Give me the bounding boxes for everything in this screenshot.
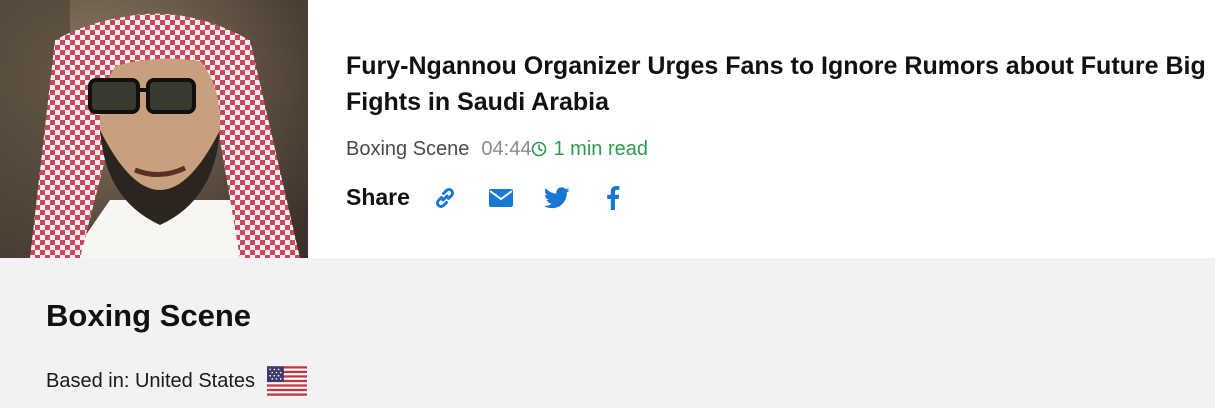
share-bar: Share [346,184,1206,211]
based-in-label: Based in: United States [46,369,256,392]
twitter-share-button[interactable] [543,185,570,211]
article-source[interactable]: Boxing Scene [346,136,469,162]
link-icon [435,187,454,208]
publisher-panel: Boxing Scene Based in: United States [0,258,1215,408]
read-time-label: 1 min read [553,138,648,160]
share-label: Share [346,184,410,210]
clock-icon [532,141,547,157]
facebook-share-button[interactable] [600,185,626,211]
twitter-icon [543,186,570,208]
article-meta: Boxing Scene 04:44 1 min read [346,136,1206,162]
publisher-name[interactable]: Boxing Scene [46,298,251,334]
article-time: 04:44 [481,138,532,160]
read-time: 1 min read [531,136,648,162]
copy-link-button[interactable] [432,185,458,211]
facebook-icon [607,185,620,210]
article-thumbnail[interactable] [0,0,308,258]
mail-icon [488,188,513,207]
article-title[interactable]: Fury-Ngannou Organizer Urges Fans to Ign… [346,48,1206,120]
person-photo [0,0,308,258]
article-card: Fury-Ngannou Organizer Urges Fans to Ign… [0,0,1215,258]
publisher-location: Based in: United States [46,366,308,396]
email-share-button[interactable] [488,185,514,211]
us-flag-icon [267,366,308,396]
article-info: Fury-Ngannou Organizer Urges Fans to Ign… [346,48,1206,211]
